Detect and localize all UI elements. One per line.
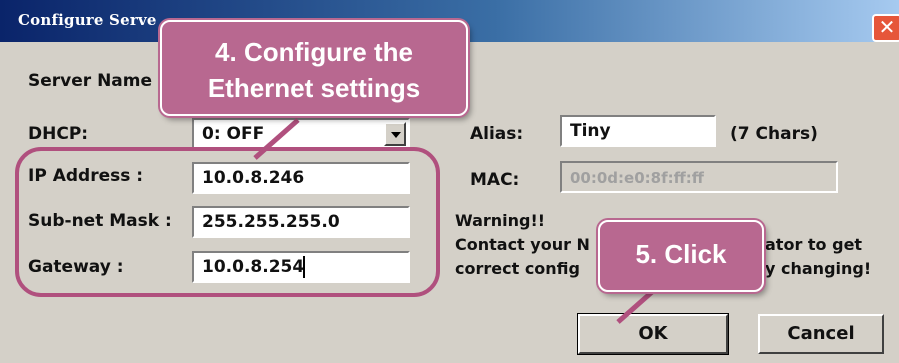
step5-pointer [616, 290, 654, 324]
step4-callout: 4. Configure the Ethernet settings [160, 20, 468, 116]
step4-pointer [253, 118, 300, 160]
step4-callout-line1: 4. Configure the [215, 37, 413, 67]
step4-callout-line2: Ethernet settings [207, 73, 421, 103]
step5-callout: 5. Click [598, 220, 764, 292]
